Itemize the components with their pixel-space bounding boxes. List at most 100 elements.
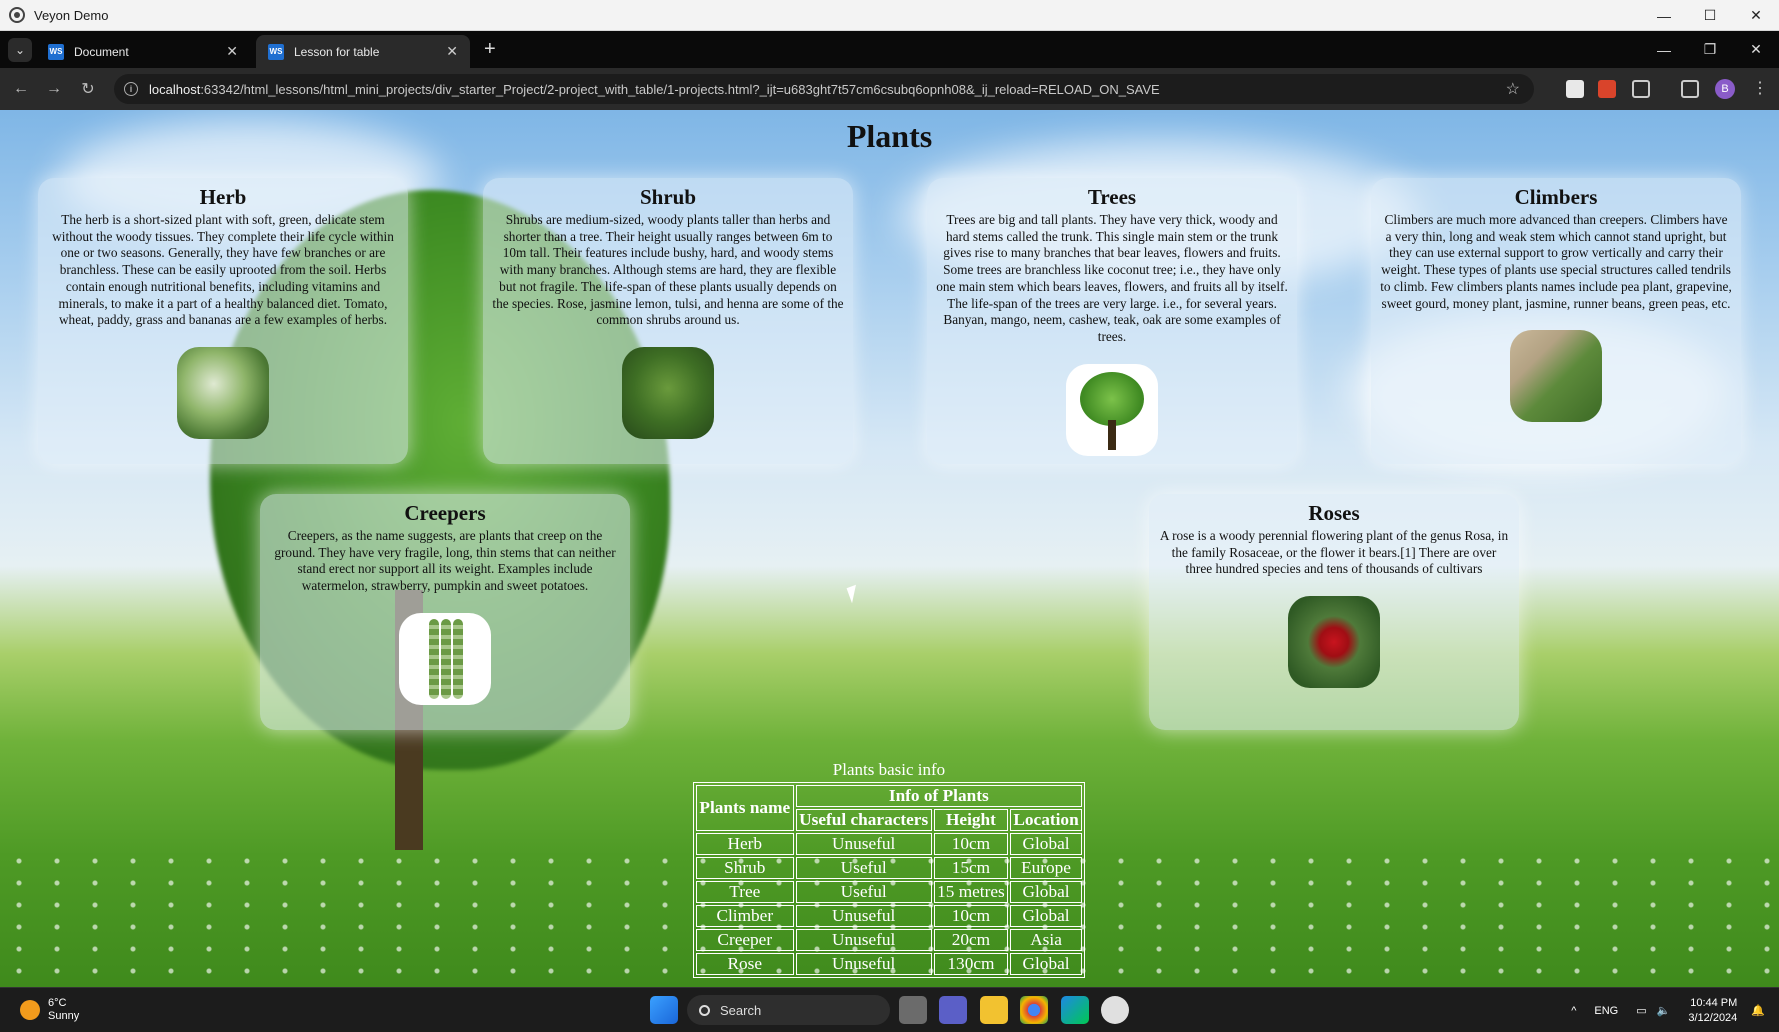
table-cell: Unuseful [795,905,932,927]
table-row: Climber Unuseful 10cm Global [696,905,1082,927]
browser-minimize-button[interactable]: — [1641,31,1687,68]
table-row: Tree Useful 15 metres Global [696,881,1082,903]
header-height: Height [933,809,1009,831]
minimize-button[interactable]: — [1641,0,1687,31]
side-panel-icon[interactable] [1681,80,1699,98]
table-row: Rose Unuseful 130cm Global [696,953,1082,975]
profile-avatar[interactable]: B [1715,79,1735,99]
system-tray: ^ ENG ▭ 🔈 10:44 PM 3/12/2024 🔔 [1571,988,1779,1032]
tab-label: Document [74,44,129,59]
card-herb: Herb The herb is a short-sized plant wit… [38,178,408,464]
veyon-icon[interactable] [1101,996,1129,1024]
table-cell: Global [1010,833,1082,855]
file-explorer-icon[interactable] [980,996,1008,1024]
table-cell: Global [1010,905,1082,927]
forward-arrow-icon[interactable]: → [42,77,66,101]
page-title: Plants [846,118,933,154]
webstorm-favicon-icon: WS [268,43,284,60]
card-text: The herb is a short-sized plant with sof… [52,212,394,328]
vine-strand [441,618,451,699]
card-text: Trees are big and tall plants. They have… [936,212,1288,344]
extensions-puzzle-icon[interactable] [1632,80,1650,98]
tab-lesson-for-table[interactable]: WS Lesson for table ✕ [256,35,470,68]
table-cell: Asia [1010,929,1082,951]
table-row: Herb Unuseful 10cm Global [696,833,1082,855]
url-text[interactable]: localhost:63342/html_lessons/html_mini_p… [149,82,1160,97]
table-row: Creeper Unuseful 20cm Asia [696,929,1082,951]
mouse-cursor-icon [846,584,862,604]
header-useful-characters: Useful characters [795,809,932,831]
table-cell: 15 metres [933,881,1009,903]
table-caption: Plants basic info [832,760,946,779]
new-tab-button[interactable]: + [484,39,496,59]
browser-close-button[interactable]: ✕ [1733,31,1779,68]
tab-search-button[interactable]: ⌄ [8,38,32,62]
bookmark-star-icon[interactable]: ☆ [1506,79,1520,99]
header-plants-name: Plants name [696,785,794,831]
browser-restore-button[interactable]: ❐ [1687,31,1733,68]
card-title: Shrub [639,185,697,209]
close-button[interactable]: ✕ [1733,0,1779,31]
clock-time: 10:44 PM [1690,996,1738,1009]
table-cell: Creeper [696,929,794,951]
table-cell: Useful [795,857,932,879]
table-cell: 20cm [933,929,1009,951]
header-location: Location [1010,809,1082,831]
reload-icon[interactable]: ↻ [76,77,100,101]
maximize-button[interactable]: ☐ [1687,0,1733,31]
tray-overflow-icon[interactable]: ^ [1571,1005,1576,1017]
table-cell: 15cm [933,857,1009,879]
card-title: Herb [199,185,247,209]
taskbar: 6°C Sunny Search ^ ENG ▭ 🔈 10:44 PM 3/12… [0,987,1779,1032]
browser-menu-icon[interactable]: ⋮ [1752,78,1768,98]
volume-icon[interactable]: 🔈 [1657,1004,1671,1017]
card-shrub: Shrub Shrubs are medium-sized, woody pla… [483,178,853,464]
table-header-row: Plants name Info of Plants [696,785,1082,831]
window-title: Veyon Demo [34,7,109,23]
tab-close-icon[interactable]: ✕ [226,43,238,60]
tree-image [1066,363,1158,456]
search-label: Search [720,1002,762,1018]
card-trees: Trees Trees are big and tall plants. The… [927,178,1297,464]
weather-widget[interactable]: 6°C Sunny [20,997,79,1023]
creeper-image [399,612,491,705]
webstorm-icon[interactable] [1061,996,1089,1024]
clock-date: 3/12/2024 [1688,1011,1738,1024]
table-cell: 10cm [933,833,1009,855]
header-info-of-plants: Info of Plants [795,785,1082,807]
chrome-icon[interactable] [1020,996,1048,1024]
table-cell: Europe [1010,857,1082,879]
back-arrow-icon[interactable]: ← [9,77,33,101]
search-icon [699,1004,710,1016]
taskbar-search[interactable]: Search [687,995,890,1025]
tab-document[interactable]: WS Document ✕ [36,35,250,68]
weather-temperature: 6°C [48,997,67,1009]
shrub-image [622,346,714,439]
table-cell: 130cm [933,953,1009,975]
card-creepers: Creepers Creepers, as the name suggests,… [260,494,630,730]
extension-icon[interactable] [1598,80,1616,98]
weather-description: Sunny [48,1010,80,1022]
network-icon[interactable]: ▭ [1636,1004,1646,1017]
windows-start-icon[interactable] [650,996,678,1024]
table-cell: Climber [696,905,794,927]
tab-close-icon[interactable]: ✕ [446,43,458,60]
card-text: Shrubs are medium-sized, woody plants ta… [492,212,844,328]
address-bar[interactable]: i localhost:63342/html_lessons/html_mini… [114,74,1534,104]
tab-label: Lesson for table [294,44,380,59]
vine-strand [453,618,463,699]
extension-icon[interactable] [1566,80,1584,98]
site-info-icon[interactable]: i [124,82,138,96]
clock[interactable]: 10:44 PM 3/12/2024 [1688,996,1737,1026]
table-cell: Global [1010,953,1082,975]
language-indicator[interactable]: ENG [1594,1005,1618,1017]
table-cell: Herb [696,833,794,855]
card-text: Creepers, as the name suggests, are plan… [274,528,616,594]
browser-tab-strip: ⌄ WS Document ✕ WS Lesson for table ✕ + … [0,31,1779,68]
teams-chat-icon[interactable] [939,996,967,1024]
notifications-bell-icon[interactable]: 🔔 [1751,1004,1765,1017]
task-view-icon[interactable] [899,996,927,1024]
card-title: Creepers [404,501,486,525]
table-cell: Unuseful [795,953,932,975]
card-title: Roses [1308,501,1360,525]
